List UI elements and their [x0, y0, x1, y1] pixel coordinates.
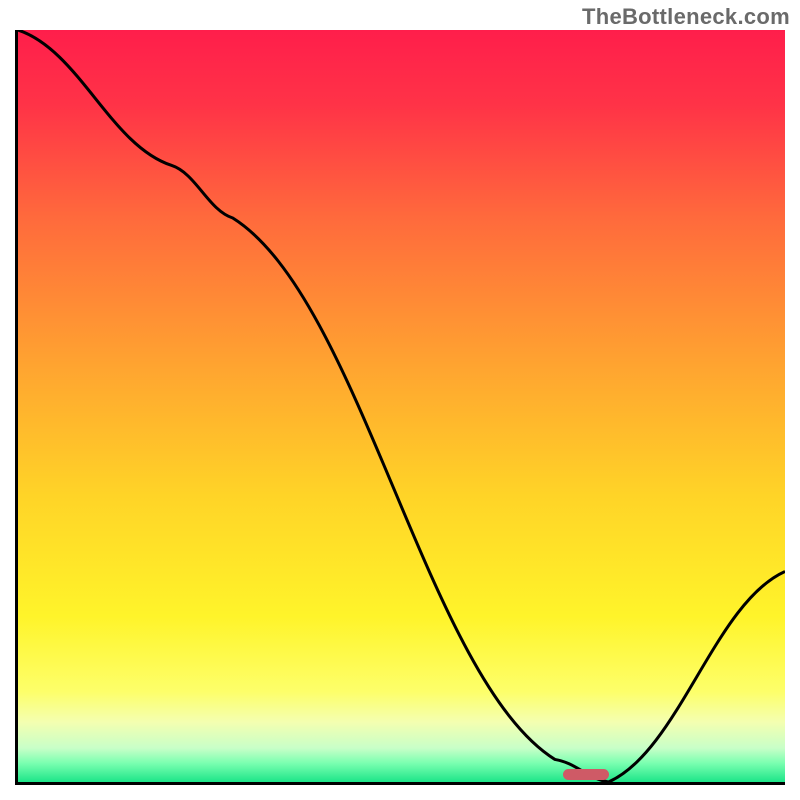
watermark-text: TheBottleneck.com: [582, 4, 790, 30]
chart-container: TheBottleneck.com: [0, 0, 800, 800]
optimal-marker: [563, 769, 609, 780]
chart-axes: [15, 30, 785, 785]
